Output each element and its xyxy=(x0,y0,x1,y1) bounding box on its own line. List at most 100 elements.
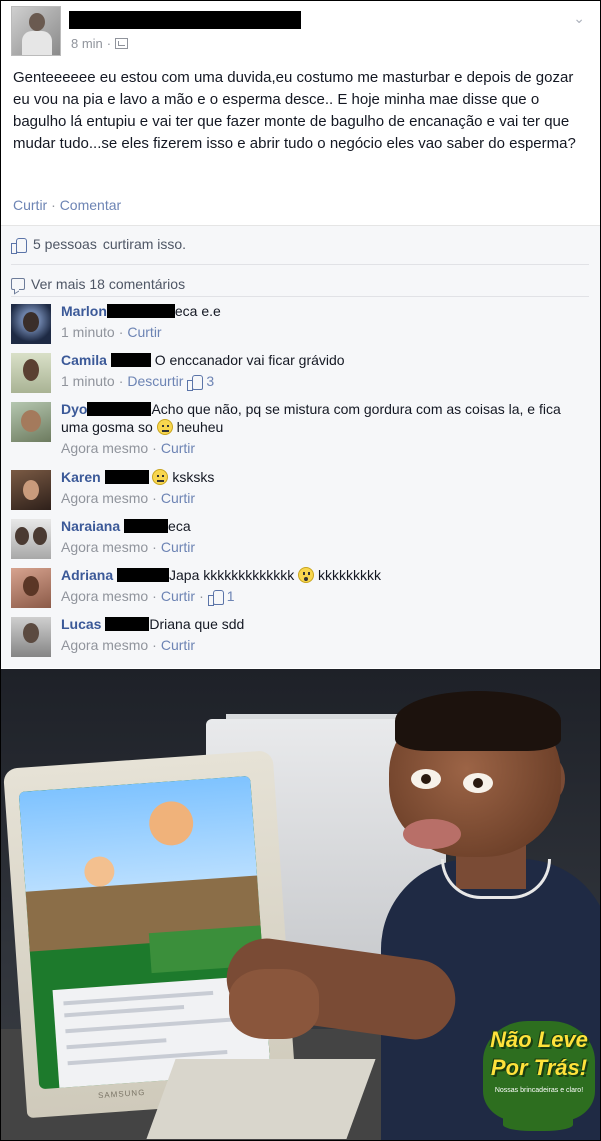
comment-like-count[interactable]: 1 xyxy=(207,588,235,606)
logo-line-1: Não Leve xyxy=(490,1027,588,1052)
commenter-avatar[interactable] xyxy=(11,519,51,559)
comment-time[interactable]: 1 minuto xyxy=(61,324,115,340)
chevron-down-icon[interactable]: ⌄ xyxy=(573,10,585,27)
post-timestamp[interactable]: 8 min xyxy=(71,36,103,51)
comment-meta: Agora mesmo · Curtir xyxy=(61,490,195,506)
feedback-section: 5 pessoas curtiram isso. Ver mais 18 com… xyxy=(1,226,600,668)
comment-like-button[interactable]: Curtir xyxy=(161,539,195,555)
keyboard xyxy=(146,1059,376,1139)
like-count-value: 3 xyxy=(206,373,215,389)
post-header: 8 min · ⌄ xyxy=(11,6,591,56)
comment-time[interactable]: Agora mesmo xyxy=(61,440,148,456)
comment-meta: Agora mesmo · Curtir · 1 xyxy=(61,588,235,606)
reaction-meme-photo: SAMSUNG Não Leve Por Trás! Nossas brinca… xyxy=(1,669,600,1140)
comment-text-line: Adriana Japa kkkkkkkkkkkkk kkkkkkkkk xyxy=(61,566,581,584)
comment-meta: Agora mesmo · Curtir xyxy=(61,440,195,456)
comment-time[interactable]: Agora mesmo xyxy=(61,588,148,604)
avatar-face xyxy=(23,312,39,332)
commenter-name[interactable]: Naraiana xyxy=(61,518,120,534)
redacted-author-name xyxy=(69,11,301,29)
divider xyxy=(11,296,589,297)
comment-time[interactable]: Agora mesmo xyxy=(61,539,148,555)
comment-item: Karen ksksks Agora mesmo · Curtir xyxy=(11,468,591,516)
person-hair xyxy=(395,691,561,751)
comment-item: Lucas Driana que sdd Agora mesmo · Curti… xyxy=(11,615,591,663)
comment-like-button[interactable]: Curtir xyxy=(161,588,195,604)
comment-text: Japa kkkkkkkkkkkkk xyxy=(169,567,295,583)
like-count-value: 1 xyxy=(226,588,235,604)
redacted-surname xyxy=(110,353,151,367)
commenter-avatar[interactable] xyxy=(11,568,51,608)
commenter-name[interactable]: Dyo xyxy=(61,401,87,417)
meta-separator: · xyxy=(199,588,204,604)
comment-meta: Agora mesmo · Curtir xyxy=(61,539,195,555)
comment-time[interactable]: Agora mesmo xyxy=(61,637,148,653)
action-separator: · xyxy=(51,197,56,213)
comment-text: O enccanador vai ficar grávido xyxy=(154,352,345,368)
post-meta: 8 min · xyxy=(71,36,129,51)
avatar-face xyxy=(23,359,39,381)
logo-tagline: Nossas brincadeiras e claro! xyxy=(494,1087,584,1094)
like-button[interactable]: Curtir xyxy=(13,197,47,213)
comment-text-line: Lucas Driana que sdd xyxy=(61,615,581,633)
comment-like-button[interactable]: Curtir xyxy=(161,440,195,456)
comment-like-button[interactable]: Curtir xyxy=(161,490,195,506)
comment-time[interactable]: 1 minuto xyxy=(61,373,115,389)
avatar-face xyxy=(33,527,47,545)
commenter-avatar[interactable] xyxy=(11,617,51,657)
view-more-comments-label[interactable]: Ver mais 18 comentários xyxy=(31,276,185,292)
commenter-avatar[interactable] xyxy=(11,470,51,510)
redacted-surname xyxy=(87,402,152,416)
thumbs-up-icon xyxy=(187,374,204,391)
comment-item: Adriana Japa kkkkkkkkkkkkk kkkkkkkkk Ago… xyxy=(11,566,591,614)
redacted-surname xyxy=(104,470,149,484)
commenter-name[interactable]: Marlon xyxy=(61,303,107,319)
likes-suffix: curtiram isso. xyxy=(102,236,187,252)
comment-text-suffix: kkkkkkkkk xyxy=(318,567,382,583)
commenter-avatar[interactable] xyxy=(11,402,51,442)
divider xyxy=(11,264,589,265)
view-more-comments[interactable]: Ver mais 18 comentários xyxy=(11,276,185,292)
likes-summary: 5 pessoas curtiram isso. xyxy=(11,236,187,254)
likes-count-link[interactable]: 5 pessoas xyxy=(33,236,97,252)
meta-separator: · xyxy=(152,637,157,653)
comment-like-button[interactable]: Curtir xyxy=(127,324,161,340)
commenter-name[interactable]: Adriana xyxy=(61,567,113,583)
post-body-text: Genteeeeee eu estou com uma duvida,eu co… xyxy=(13,69,576,152)
comment-unlike-button[interactable]: Descurtir xyxy=(127,373,183,389)
redacted-surname xyxy=(117,568,170,582)
comment-time[interactable]: Agora mesmo xyxy=(61,490,148,506)
comment-item: Dyo Acho que não, pq se mistura com gordu… xyxy=(11,400,591,464)
logo-line-2: Por Trás! xyxy=(490,1055,588,1080)
comment-like-button[interactable]: Curtir xyxy=(161,637,195,653)
unsure-emoji-icon xyxy=(156,419,173,435)
avatar-face xyxy=(23,480,39,500)
avatar-face xyxy=(23,576,39,596)
commenter-name[interactable]: Camila xyxy=(61,352,107,368)
comment-text-line: Camila O enccanador vai ficar grávido xyxy=(61,351,581,369)
unsure-emoji-icon xyxy=(152,469,169,485)
nao-leve-por-tras-logo: Não Leve Por Trás! Nossas brincadeiras e… xyxy=(483,1011,595,1133)
friends-audience-icon[interactable] xyxy=(115,38,129,49)
thumbs-up-icon xyxy=(11,237,27,254)
comment-like-count[interactable]: 3 xyxy=(187,373,215,391)
person-eye xyxy=(463,773,493,793)
comment-text-line: Dyo Acho que não, pq se mistura com gordu… xyxy=(61,400,581,436)
commenter-avatar[interactable] xyxy=(11,353,51,393)
comment-item: Naraiana eca Agora mesmo · Curtir xyxy=(11,517,591,565)
comment-button[interactable]: Comentar xyxy=(60,197,121,213)
comment-text: Driana que sdd xyxy=(149,616,245,632)
avatar-face xyxy=(23,623,39,643)
comment-text-line: Karen ksksks xyxy=(61,468,581,486)
commenter-name[interactable]: Karen xyxy=(61,469,101,485)
avatar-face xyxy=(29,13,45,31)
commenter-name[interactable]: Lucas xyxy=(61,616,101,632)
person-lips xyxy=(403,819,461,849)
commenter-avatar[interactable] xyxy=(11,304,51,344)
meta-separator: · xyxy=(106,36,112,51)
meta-separator: · xyxy=(118,324,124,340)
comment-meta: 1 minuto · Curtir xyxy=(61,324,162,340)
author-avatar[interactable] xyxy=(11,6,61,56)
monitor-brand: SAMSUNG xyxy=(97,1087,146,1101)
facebook-post: 8 min · ⌄ Genteeeeee eu estou com uma du… xyxy=(1,1,600,668)
